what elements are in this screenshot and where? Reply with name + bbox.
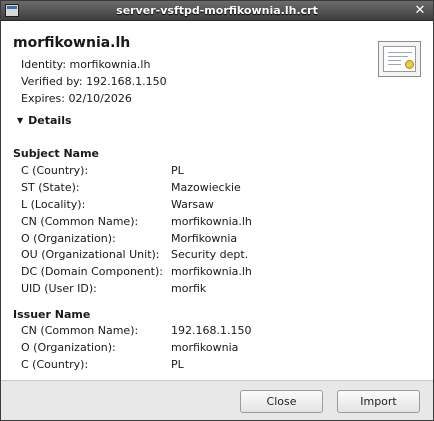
issuer-fields: CN (Common Name): 192.168.1.150 O (Organi… xyxy=(21,323,251,374)
field-value: morfikownia.lh xyxy=(171,214,252,228)
field-value: PL xyxy=(171,164,184,177)
field-value: Mazowieckie xyxy=(171,180,241,194)
identity-text: Identity: morfikownia.lh xyxy=(21,58,151,71)
field-label: O (Organization): xyxy=(21,231,116,245)
certificate-summary: Identity: morfikownia.lh Verified by: 19… xyxy=(21,56,167,107)
subject-row-country: C (Country): PL xyxy=(21,163,252,180)
details-label: Details xyxy=(28,114,72,127)
seal-icon xyxy=(405,60,414,69)
field-label: UID (User ID): xyxy=(21,282,97,296)
certificate-icon xyxy=(378,41,421,77)
subject-name-heading: Subject Name xyxy=(13,147,100,160)
button-bar: Close Import xyxy=(1,380,433,420)
subject-row-org-unit: OU (Organizational Unit): Security dept. xyxy=(21,247,252,264)
subject-row-user-id: UID (User ID): morfik xyxy=(21,281,252,298)
field-label: DC (Domain Component): xyxy=(21,265,163,279)
subject-fields: C (Country): PL ST (State): Mazowieckie L … xyxy=(21,163,252,298)
issuer-row-common-name: CN (Common Name): 192.168.1.150 xyxy=(21,323,251,340)
field-value: morfikownia.lh xyxy=(171,265,252,279)
close-button[interactable]: Close xyxy=(240,390,323,413)
subject-row-state: ST (State): Mazowieckie xyxy=(21,180,252,197)
field-label: O (Organization): xyxy=(21,340,116,354)
subject-row-locality: L (Locality): Warsaw xyxy=(21,197,252,214)
field-value: 192.168.1.150 xyxy=(171,324,252,337)
expires-text: Expires: 02/10/2026 xyxy=(21,92,132,105)
field-label: L (Locality): xyxy=(21,197,86,211)
field-label: CN (Common Name): xyxy=(21,324,139,337)
window-title: server-vsftpd-morfikownia.lh.crt xyxy=(116,4,318,17)
certificate-paper-graphic xyxy=(383,46,416,72)
subject-row-organization: O (Organization): Morfikownia xyxy=(21,231,252,248)
field-label: C (Country): xyxy=(21,164,89,177)
field-label: C (Country): xyxy=(21,357,89,371)
expander-arrow-icon: ▼ xyxy=(17,116,24,125)
field-value: PL xyxy=(171,357,184,371)
field-value: morfikownia xyxy=(171,340,239,354)
verified-by-text: Verified by: 192.168.1.150 xyxy=(21,75,167,88)
issuer-row-country: C (Country): PL xyxy=(21,357,251,374)
field-value: Morfikownia xyxy=(171,231,238,245)
subject-row-common-name: CN (Common Name): morfikownia.lh xyxy=(21,214,252,231)
close-window-icon[interactable]: ✕ xyxy=(412,3,428,19)
field-label: CN (Common Name): xyxy=(21,214,139,228)
certificate-name: morfikownia.lh xyxy=(13,35,131,51)
certificate-viewer-window: server-vsftpd-morfikownia.lh.crt ✕ morfi… xyxy=(0,0,434,421)
field-value: morfik xyxy=(171,282,207,296)
details-expander[interactable]: ▼ Details xyxy=(17,114,72,127)
subject-row-domain-component: DC (Domain Component): morfikownia.lh xyxy=(21,264,252,281)
import-button[interactable]: Import xyxy=(337,390,420,413)
issuer-name-heading: Issuer Name xyxy=(13,308,91,321)
field-label: OU (Organizational Unit): xyxy=(21,248,160,262)
field-label: ST (State): xyxy=(21,180,80,194)
field-value: Warsaw xyxy=(171,197,214,211)
issuer-row-organization: O (Organization): morfikownia xyxy=(21,340,251,357)
field-value: Security dept. xyxy=(171,248,249,262)
title-bar[interactable]: server-vsftpd-morfikownia.lh.crt ✕ xyxy=(1,1,433,21)
